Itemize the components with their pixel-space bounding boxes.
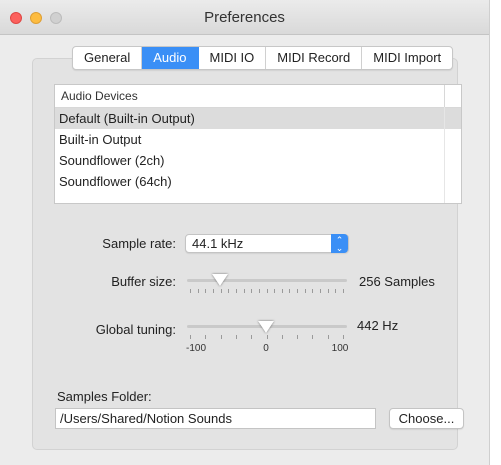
- slider-tick: [267, 289, 268, 293]
- sample-rate-select[interactable]: 44.1 kHz ⌃ ⌄: [185, 234, 349, 253]
- slider-tick: [343, 335, 344, 339]
- slider-tick: [221, 335, 222, 339]
- slider-tick: [312, 335, 313, 339]
- slider-tick: [297, 289, 298, 293]
- slider-tick: [282, 335, 283, 339]
- global-tuning-slider-thumb[interactable]: [258, 321, 274, 333]
- tab-general[interactable]: General: [73, 47, 143, 69]
- slider-tick: [335, 289, 336, 293]
- slider-tick: [305, 289, 306, 293]
- buffer-size-value: 256 Samples: [359, 274, 435, 289]
- tab-midi-import[interactable]: MIDI Import: [362, 47, 452, 69]
- device-row-built-in-output[interactable]: Built-in Output: [55, 129, 461, 150]
- slider-tick: [274, 289, 275, 293]
- slider-tick: [228, 289, 229, 293]
- choose-button[interactable]: Choose...: [389, 408, 464, 429]
- column-divider: [444, 85, 445, 107]
- preferences-tab-bar: General Audio MIDI IO MIDI Record MIDI I…: [72, 46, 454, 70]
- device-row-default-built-in-output[interactable]: Default (Built-in Output): [55, 108, 461, 129]
- slider-tick: [244, 289, 245, 293]
- tuning-min-label: -100: [185, 343, 207, 354]
- table-header[interactable]: Audio Devices: [55, 85, 461, 108]
- slider-tick: [236, 289, 237, 293]
- slider-tick: [205, 289, 206, 293]
- sample-rate-value: 44.1 kHz: [192, 236, 244, 251]
- slider-tick: [190, 335, 191, 339]
- device-row-soundflower-2ch[interactable]: Soundflower (2ch): [55, 150, 461, 171]
- global-tuning-label: Global tuning:: [95, 322, 176, 337]
- buffer-size-slider-thumb[interactable]: [212, 274, 228, 286]
- slider-tick: [205, 335, 206, 339]
- slider-tick: [328, 335, 329, 339]
- slider-tick: [221, 289, 222, 293]
- slider-tick: [213, 289, 214, 293]
- tab-audio[interactable]: Audio: [142, 47, 199, 69]
- preferences-window: Preferences General Audio MIDI IO MIDI R…: [0, 0, 490, 465]
- audio-devices-header: Audio Devices: [61, 89, 138, 103]
- sample-rate-label: Sample rate:: [102, 236, 176, 251]
- slider-tick: [297, 335, 298, 339]
- slider-tick: [259, 289, 260, 293]
- slider-tick: [251, 335, 252, 339]
- buffer-size-label: Buffer size:: [111, 274, 176, 289]
- buffer-size-slider-track[interactable]: [187, 279, 347, 282]
- global-tuning-value: 442 Hz: [357, 318, 399, 333]
- column-divider-line: [444, 107, 445, 203]
- slider-tick: [190, 289, 191, 293]
- slider-tick: [343, 289, 344, 293]
- tuning-mid-label: 0: [263, 343, 269, 354]
- device-row-soundflower-64ch[interactable]: Soundflower (64ch): [55, 171, 461, 192]
- up-down-chevron-icon: ⌃ ⌄: [331, 234, 348, 253]
- tab-midi-io[interactable]: MIDI IO: [199, 47, 267, 69]
- slider-tick: [198, 289, 199, 293]
- buffer-size-tick-marks: [190, 289, 344, 295]
- slider-tick: [282, 289, 283, 293]
- audio-devices-table[interactable]: Audio Devices Default (Built-in Output) …: [54, 84, 462, 204]
- tuning-max-label: 100: [331, 343, 349, 354]
- samples-folder-label: Samples Folder:: [57, 389, 152, 404]
- global-tuning-tick-marks: [190, 335, 344, 341]
- slider-tick: [236, 335, 237, 339]
- samples-folder-path-field[interactable]: /Users/Shared/Notion Sounds: [55, 408, 376, 429]
- slider-tick: [328, 289, 329, 293]
- title-bar[interactable]: Preferences: [0, 0, 489, 35]
- slider-tick: [267, 335, 268, 339]
- slider-tick: [251, 289, 252, 293]
- slider-tick: [289, 289, 290, 293]
- tab-midi-record[interactable]: MIDI Record: [266, 47, 363, 69]
- window-title: Preferences: [204, 9, 285, 26]
- slider-tick: [312, 289, 313, 293]
- slider-tick: [320, 289, 321, 293]
